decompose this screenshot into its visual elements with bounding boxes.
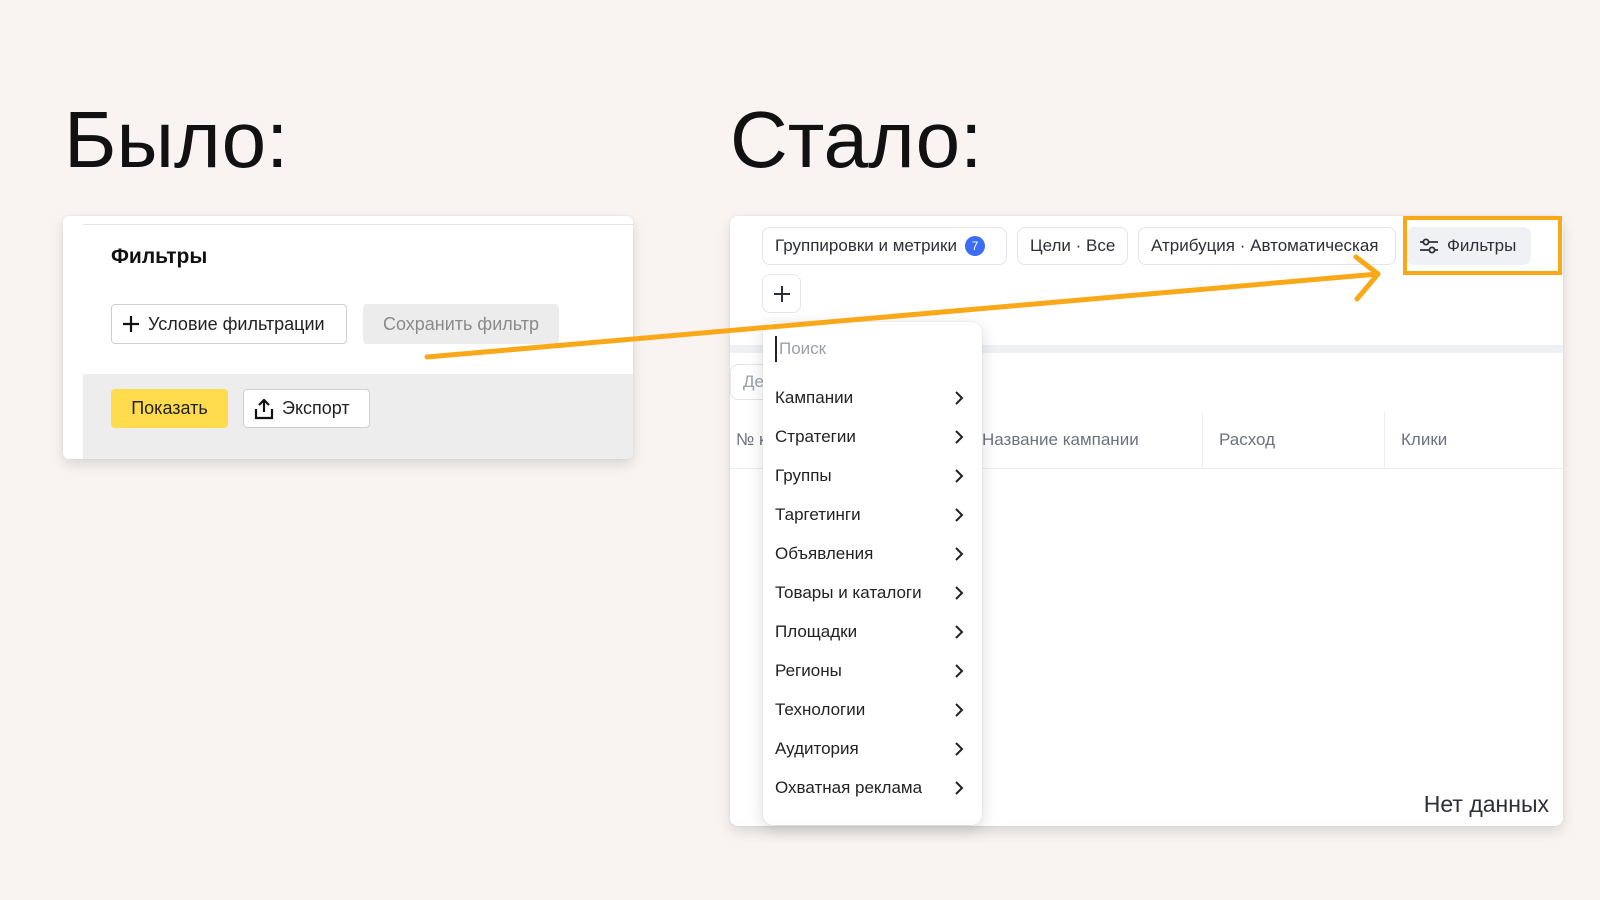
plus-icon	[773, 285, 790, 302]
menu-item-label: Группы	[775, 465, 832, 485]
goals-button[interactable]: Цели · Все	[1017, 227, 1128, 265]
chevron-right-icon	[955, 741, 964, 756]
menu-item-label: Аудитория	[775, 738, 859, 758]
old-filters-panel: Фильтры Условие фильтрации Сохранить фил…	[63, 216, 633, 459]
menu-item-label: Регионы	[775, 660, 842, 680]
export-label: Экспорт	[282, 398, 350, 418]
menu-item-label: Стратегии	[775, 426, 856, 446]
menu-item-technologies[interactable]: Технологии	[763, 690, 982, 729]
menu-item-targetings[interactable]: Таргетинги	[763, 495, 982, 534]
filters-highlight-frame	[1403, 216, 1562, 275]
filters-title: Фильтры	[111, 245, 208, 268]
chevron-right-icon	[955, 702, 964, 717]
attribution-button[interactable]: Атрибуция · Автоматическая	[1138, 227, 1396, 265]
category-menu: Кампании Стратегии Группы Таргетинги Объ…	[763, 378, 982, 807]
menu-item-label: Технологии	[775, 699, 866, 719]
filter-category-dropdown: Кампании Стратегии Группы Таргетинги Объ…	[763, 322, 982, 825]
chevron-right-icon	[955, 390, 964, 405]
menu-item-strategies[interactable]: Стратегии	[763, 417, 982, 456]
add-button[interactable]	[762, 274, 801, 313]
groupings-count-badge: 7	[965, 236, 985, 256]
plus-icon	[123, 316, 139, 332]
chevron-right-icon	[955, 585, 964, 600]
menu-item-regions[interactable]: Регионы	[763, 651, 982, 690]
menu-item-placements[interactable]: Площадки	[763, 612, 982, 651]
menu-item-products-catalogs[interactable]: Товары и каталоги	[763, 573, 982, 612]
divider	[83, 224, 633, 225]
menu-item-label: Кампании	[775, 387, 854, 407]
export-icon	[254, 397, 274, 419]
menu-item-campaigns[interactable]: Кампании	[763, 378, 982, 417]
column-header-cost[interactable]: Расход	[1202, 412, 1384, 468]
menu-item-label: Объявления	[775, 543, 874, 563]
column-header-clicks[interactable]: Клики	[1384, 412, 1563, 468]
chevron-right-icon	[955, 663, 964, 678]
menu-item-label: Товары и каталоги	[775, 582, 922, 602]
menu-item-ads[interactable]: Объявления	[763, 534, 982, 573]
chevron-right-icon	[955, 507, 964, 522]
save-filter-button[interactable]: Сохранить фильтр	[363, 304, 559, 344]
add-condition-label: Условие фильтрации	[148, 313, 325, 334]
chevron-right-icon	[955, 468, 964, 483]
menu-item-label: Охватная реклама	[775, 777, 923, 797]
menu-item-reach-ads[interactable]: Охватная реклама	[763, 768, 982, 807]
chevron-right-icon	[955, 429, 964, 444]
menu-item-label: Площадки	[775, 621, 858, 641]
show-button[interactable]: Показать	[111, 389, 228, 428]
chevron-right-icon	[955, 780, 964, 795]
menu-item-audience[interactable]: Аудитория	[763, 729, 982, 768]
groupings-label: Группировки и метрики	[775, 236, 957, 255]
chevron-right-icon	[955, 624, 964, 639]
export-button[interactable]: Экспорт	[243, 389, 370, 428]
heading-after: Стало:	[730, 95, 983, 184]
heading-before: Было:	[64, 95, 289, 184]
search-input[interactable]	[775, 336, 959, 362]
menu-item-groups[interactable]: Группы	[763, 456, 982, 495]
chevron-right-icon	[955, 546, 964, 561]
add-condition-button[interactable]: Условие фильтрации	[111, 304, 347, 344]
menu-item-label: Таргетинги	[775, 504, 861, 524]
groupings-metrics-button[interactable]: Группировки и метрики 7	[762, 227, 1007, 265]
empty-state-message: Нет данных	[1423, 791, 1549, 817]
column-header-campaign-name[interactable]: Название кампании	[965, 412, 1202, 468]
